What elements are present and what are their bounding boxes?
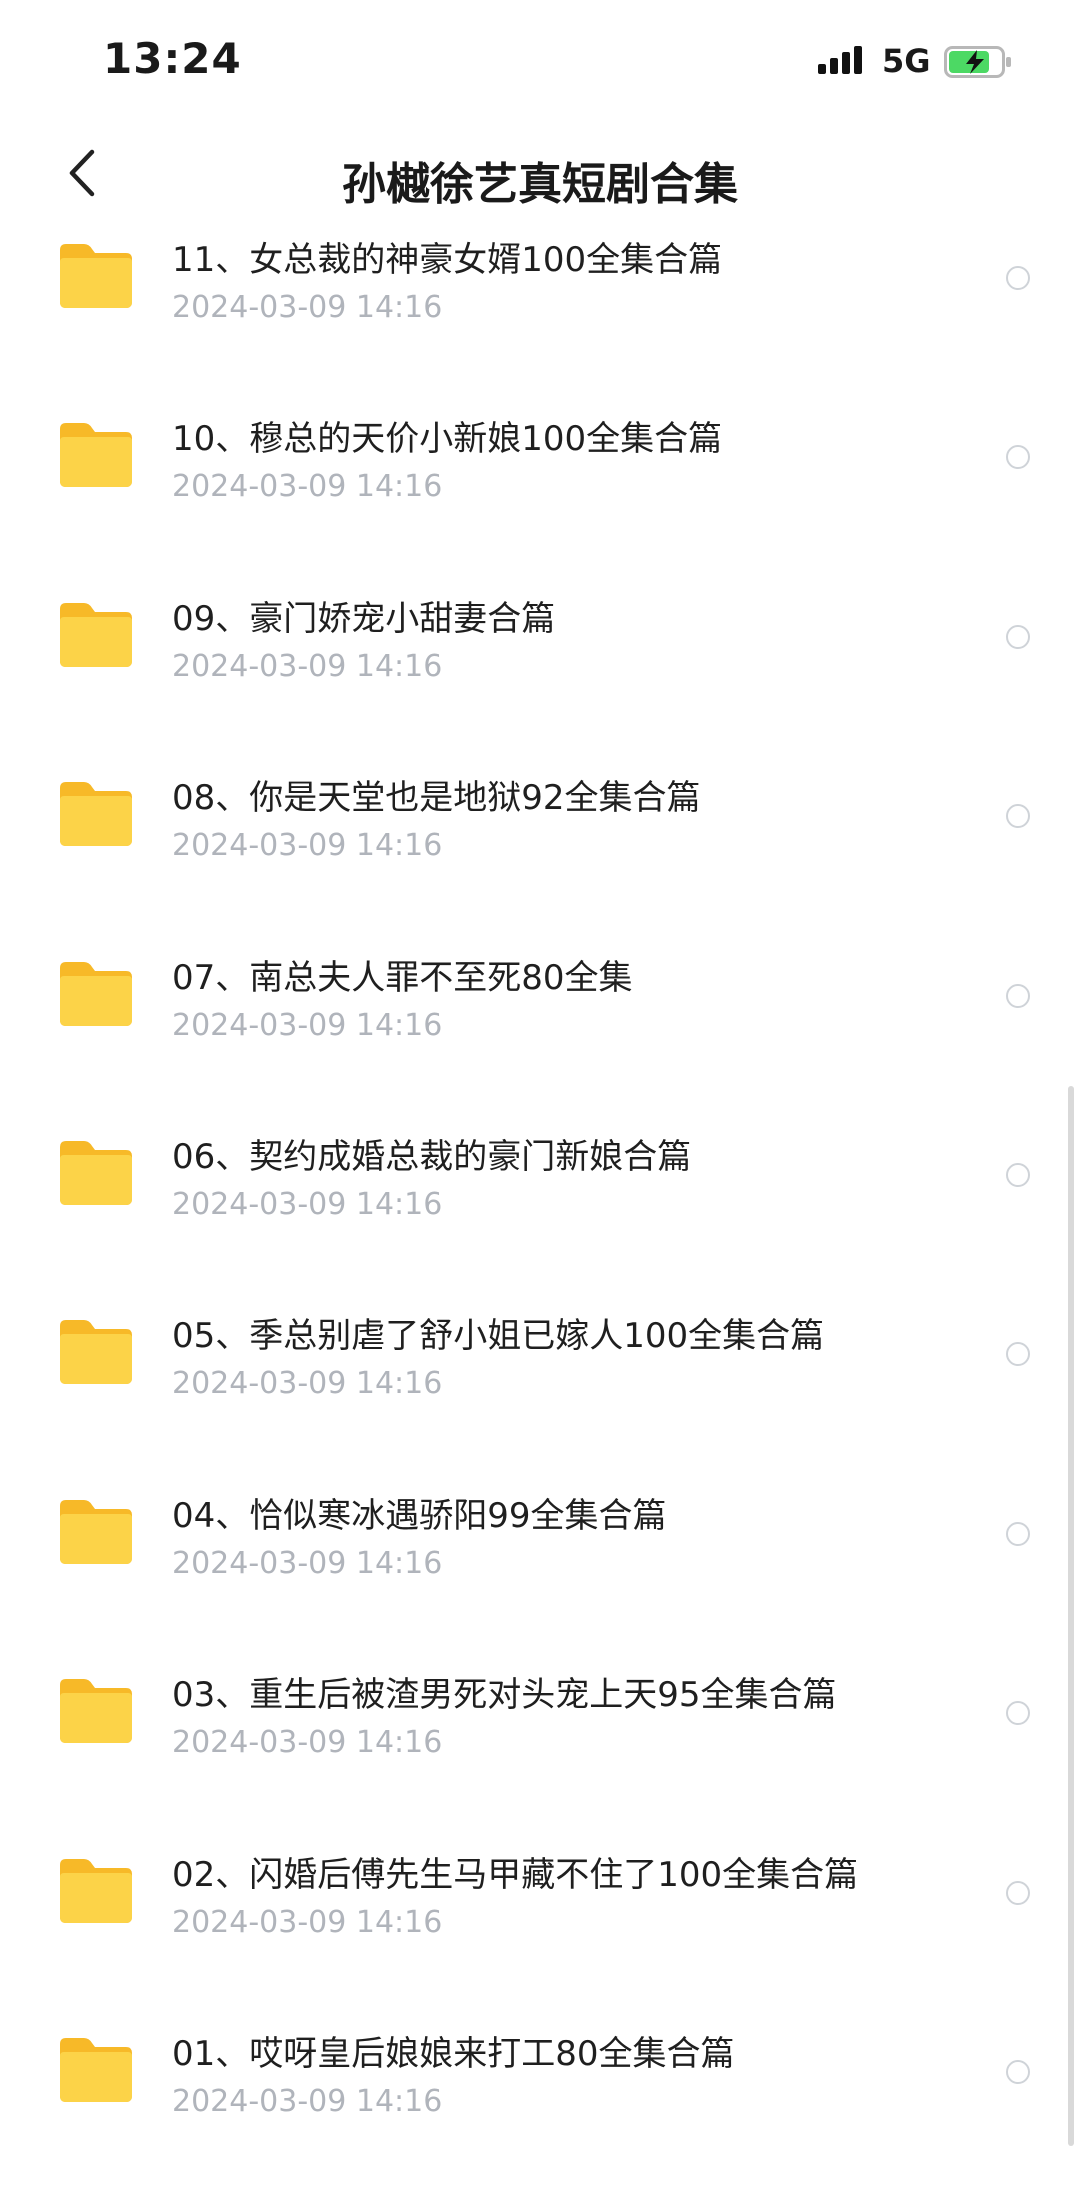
list-item[interactable]: 05、季总别虐了舒小姐已嫁人100全集合篇 2024-03-09 14:16	[0, 1298, 1080, 1477]
folder-icon	[60, 782, 132, 847]
select-radio[interactable]	[1006, 1521, 1030, 1546]
folder-name: 06、契约成婚总裁的豪门新娘合篇	[172, 1136, 692, 1177]
list-item[interactable]: 03、重生后被渣男死对头宠上天95全集合篇 2024-03-09 14:16	[0, 1657, 1080, 1836]
scrollbar[interactable]	[1068, 1086, 1074, 2146]
folder-date: 2024-03-09 14:16	[172, 2083, 443, 2119]
folder-name: 04、恰似寒冰遇骄阳99全集合篇	[172, 1495, 667, 1536]
folder-name: 10、穆总的天价小新娘100全集合篇	[172, 419, 723, 460]
folder-icon	[60, 1858, 132, 1923]
network-type: 5G	[882, 42, 931, 80]
status-bar: 13:24 5G	[0, 0, 1080, 120]
folder-icon	[60, 1679, 132, 1744]
select-radio[interactable]	[1006, 1342, 1030, 1367]
folder-icon	[60, 423, 132, 488]
select-radio[interactable]	[1006, 2059, 1030, 2084]
select-radio[interactable]	[1006, 1880, 1030, 1905]
folder-icon	[60, 1140, 132, 1205]
list-item[interactable]: 06、契约成婚总裁的豪门新娘合篇 2024-03-09 14:16	[0, 1119, 1080, 1298]
battery-charging-icon	[944, 46, 1011, 78]
signal-icon	[818, 46, 862, 74]
folder-name: 01、哎呀皇后娘娘来打工80全集合篇	[172, 2033, 735, 2074]
folder-date: 2024-03-09 14:16	[172, 828, 443, 864]
select-radio[interactable]	[1006, 624, 1030, 649]
list-item[interactable]: 01、哎呀皇后娘娘来打工80全集合篇 2024-03-09 14:16	[0, 2016, 1080, 2195]
select-radio[interactable]	[1006, 445, 1030, 470]
list-item[interactable]: 11、女总裁的神豪女婿100全集合篇 2024-03-09 14:16	[0, 222, 1080, 401]
folder-date: 2024-03-09 14:16	[172, 1904, 443, 1940]
folder-list: 11、女总裁的神豪女婿100全集合篇 2024-03-09 14:16 10、穆…	[0, 222, 1080, 2195]
folder-icon	[60, 244, 132, 308]
folder-date: 2024-03-09 14:16	[172, 1366, 443, 1402]
select-radio[interactable]	[1006, 266, 1030, 290]
folder-date: 2024-03-09 14:16	[172, 1186, 443, 1222]
folder-icon	[60, 602, 132, 667]
select-radio[interactable]	[1006, 1701, 1030, 1726]
folder-date: 2024-03-09 14:16	[172, 290, 443, 325]
folder-name: 05、季总别虐了舒小姐已嫁人100全集合篇	[172, 1316, 825, 1357]
page-title: 孙樾徐艺真短剧合集	[342, 159, 738, 210]
list-item[interactable]: 02、闪婚后傅先生马甲藏不住了100全集合篇 2024-03-09 14:16	[0, 1837, 1080, 2016]
select-radio[interactable]	[1006, 983, 1030, 1008]
folder-name: 07、南总夫人罪不至死80全集	[172, 957, 633, 998]
folder-name: 09、豪门娇宠小甜妻合篇	[172, 598, 556, 639]
folder-date: 2024-03-09 14:16	[172, 1545, 443, 1581]
list-item[interactable]: 04、恰似寒冰遇骄阳99全集合篇 2024-03-09 14:16	[0, 1478, 1080, 1657]
folder-date: 2024-03-09 14:16	[172, 1007, 443, 1043]
folder-name: 11、女总裁的神豪女婿100全集合篇	[172, 240, 723, 280]
navigation-bar: 孙樾徐艺真短剧合集	[0, 120, 1080, 230]
list-item[interactable]: 08、你是天堂也是地狱92全集合篇 2024-03-09 14:16	[0, 760, 1080, 939]
select-radio[interactable]	[1006, 804, 1030, 829]
list-item[interactable]: 10、穆总的天价小新娘100全集合篇 2024-03-09 14:16	[0, 401, 1080, 580]
list-item[interactable]: 09、豪门娇宠小甜妻合篇 2024-03-09 14:16	[0, 581, 1080, 760]
folder-date: 2024-03-09 14:16	[172, 469, 443, 505]
folder-icon	[60, 1499, 132, 1564]
folder-icon	[60, 1320, 132, 1385]
folder-name: 02、闪婚后傅先生马甲藏不住了100全集合篇	[172, 1854, 859, 1895]
folder-icon	[60, 961, 132, 1026]
folder-date: 2024-03-09 14:16	[172, 1725, 443, 1761]
folder-name: 08、你是天堂也是地狱92全集合篇	[172, 778, 701, 819]
folder-date: 2024-03-09 14:16	[172, 648, 443, 684]
folder-icon	[60, 2037, 132, 2102]
list-item[interactable]: 07、南总夫人罪不至死80全集 2024-03-09 14:16	[0, 940, 1080, 1119]
folder-name: 03、重生后被渣男死对头宠上天95全集合篇	[172, 1675, 837, 1716]
select-radio[interactable]	[1006, 1162, 1030, 1187]
status-time: 13:24	[103, 34, 242, 83]
